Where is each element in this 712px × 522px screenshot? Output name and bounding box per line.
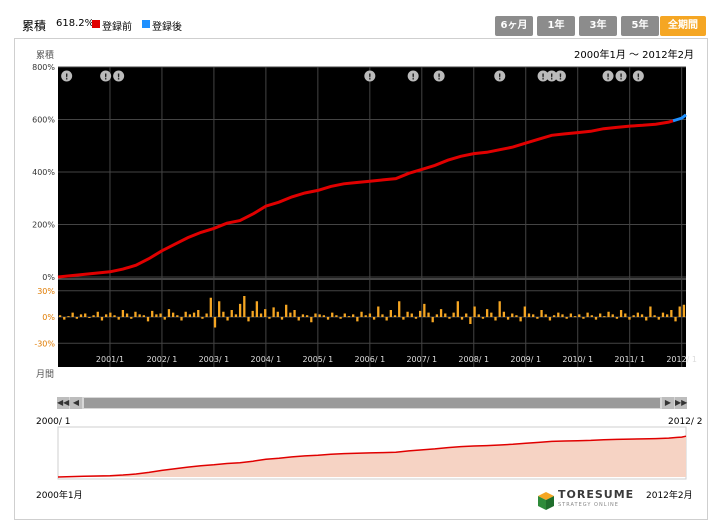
legend-swatch-after	[142, 20, 150, 28]
y-axis-title-monthly: 月間	[36, 370, 55, 380]
scroll-last-button[interactable]: ▶▶	[675, 397, 687, 409]
legend-swatch-before	[92, 20, 100, 28]
toresume-logo: TORESUME STRATEGY ONLINE	[536, 486, 636, 514]
y-axis-title-cumulative: 累積	[36, 51, 55, 61]
chart-panel	[14, 38, 708, 520]
legend-label-before: 登録前	[102, 22, 132, 33]
date-range-label: 2000年1月 〜 2012年2月	[574, 50, 694, 61]
tab-5-years[interactable]: 5年	[621, 16, 659, 36]
tab-6-months[interactable]: 6ヶ月	[495, 16, 533, 36]
chart-header: 累積 618.2% 登録前 登録後 6ヶ月 1年 3年 5年 全期間	[0, 0, 712, 38]
logo-icon	[538, 492, 554, 510]
logo-tagline: STRATEGY ONLINE	[558, 502, 619, 508]
overview-end-label: 2012/ 2	[668, 417, 703, 427]
tab-3-years[interactable]: 3年	[579, 16, 617, 36]
chart-scrollbar[interactable]: ◀◀ ◀ ▶ ▶▶	[57, 397, 687, 409]
overview-end-date: 2012年2月	[646, 491, 693, 501]
legend-label-after: 登録後	[152, 22, 182, 33]
overview-start-label: 2000/ 1	[36, 417, 71, 427]
tab-1-year[interactable]: 1年	[537, 16, 575, 36]
logo-name: TORESUME	[558, 488, 635, 501]
overview-start-date: 2000年1月	[36, 491, 83, 501]
scroll-prev-button[interactable]: ◀	[70, 397, 82, 409]
legend-title: 累積	[22, 19, 47, 33]
tab-all-period[interactable]: 全期間	[660, 16, 706, 36]
legend-total-value: 618.2%	[56, 18, 95, 29]
scroll-first-button[interactable]: ◀◀	[57, 397, 69, 409]
scrollbar-thumb[interactable]	[84, 398, 660, 408]
scroll-next-button[interactable]: ▶	[662, 397, 674, 409]
